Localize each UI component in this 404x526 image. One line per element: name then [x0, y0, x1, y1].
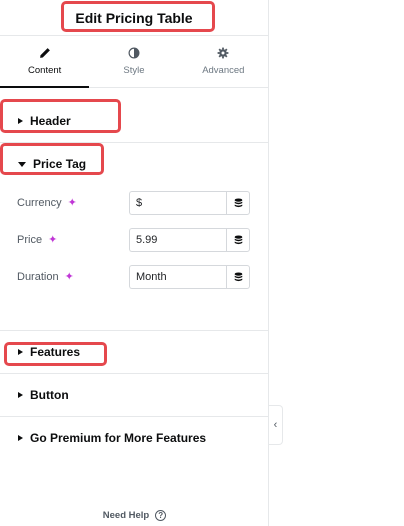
duration-control: Duration ✦: [17, 265, 250, 289]
section-features: Features: [0, 331, 268, 374]
section-premium-toggle[interactable]: Go Premium for More Features: [0, 417, 268, 459]
ai-sparkle-icon[interactable]: ✦: [48, 234, 57, 246]
section-header-toggle[interactable]: Header: [0, 100, 268, 142]
section-header-title: Header: [30, 114, 71, 128]
section-premium-title: Go Premium for More Features: [30, 431, 207, 445]
price-input[interactable]: [129, 228, 226, 252]
price-label-text: Price: [17, 234, 43, 246]
section-premium: Go Premium for More Features: [0, 417, 268, 459]
duration-input[interactable]: [129, 265, 226, 289]
help-icon: ?: [155, 510, 167, 521]
dynamic-tags-button[interactable]: [226, 191, 250, 215]
currency-label-text: Currency: [17, 197, 62, 209]
tab-content-label: Content: [28, 65, 62, 76]
price-label: Price ✦: [17, 234, 129, 246]
database-icon: [234, 234, 242, 244]
tab-advanced-label: Advanced: [202, 65, 245, 76]
panel-title: Edit Pricing Table: [75, 9, 193, 26]
contrast-icon: [128, 47, 140, 59]
panel-header: Edit Pricing Table: [0, 0, 268, 36]
tab-style-label: Style: [123, 65, 145, 76]
currency-input[interactable]: [129, 191, 226, 215]
caret-right-icon: [18, 118, 23, 124]
price-input-group: [129, 228, 250, 252]
section-features-toggle[interactable]: Features: [0, 331, 268, 373]
tab-content[interactable]: Content: [0, 36, 90, 88]
caret-right-icon: [18, 392, 23, 398]
duration-label: Duration ✦: [17, 271, 129, 283]
ai-sparkle-icon[interactable]: ✦: [65, 271, 74, 283]
collapse-panel-button[interactable]: ‹: [269, 405, 283, 445]
section-price-tag: Price Tag Currency ✦ Price ✦: [0, 143, 268, 331]
gear-icon: [217, 47, 229, 59]
chevron-left-icon: ‹: [273, 419, 278, 431]
ai-sparkle-icon[interactable]: ✦: [68, 197, 77, 209]
duration-input-group: [129, 265, 250, 289]
caret-down-icon: [18, 161, 26, 167]
dynamic-tags-button[interactable]: [226, 265, 250, 289]
need-help-link[interactable]: Need Help ?: [0, 510, 269, 521]
database-icon: [234, 271, 242, 281]
dynamic-tags-button[interactable]: [226, 228, 250, 252]
tab-advanced[interactable]: Advanced: [179, 36, 268, 87]
section-price-tag-title: Price Tag: [33, 157, 87, 171]
tab-style[interactable]: Style: [89, 36, 178, 87]
price-control: Price ✦: [17, 228, 250, 252]
editor-panel: Edit Pricing Table Content Style Advance…: [0, 0, 269, 526]
currency-control: Currency ✦: [17, 191, 250, 215]
section-features-title: Features: [30, 345, 81, 359]
preview-canvas: [270, 0, 404, 526]
need-help-label: Need Help: [102, 510, 150, 521]
section-price-tag-toggle[interactable]: Price Tag: [0, 143, 268, 185]
price-tag-controls: Currency ✦ Price ✦: [0, 185, 268, 330]
caret-right-icon: [18, 349, 23, 355]
currency-label: Currency ✦: [17, 197, 129, 209]
database-icon: [234, 197, 242, 207]
section-button-toggle[interactable]: Button: [0, 374, 268, 416]
section-header: Header: [0, 100, 268, 143]
section-button: Button: [0, 374, 268, 417]
duration-label-text: Duration: [17, 271, 59, 283]
currency-input-group: [129, 191, 250, 215]
pencil-icon: [39, 48, 50, 58]
section-button-title: Button: [30, 388, 69, 402]
caret-right-icon: [18, 435, 23, 441]
tab-bar: Content Style Advanced: [0, 36, 268, 88]
